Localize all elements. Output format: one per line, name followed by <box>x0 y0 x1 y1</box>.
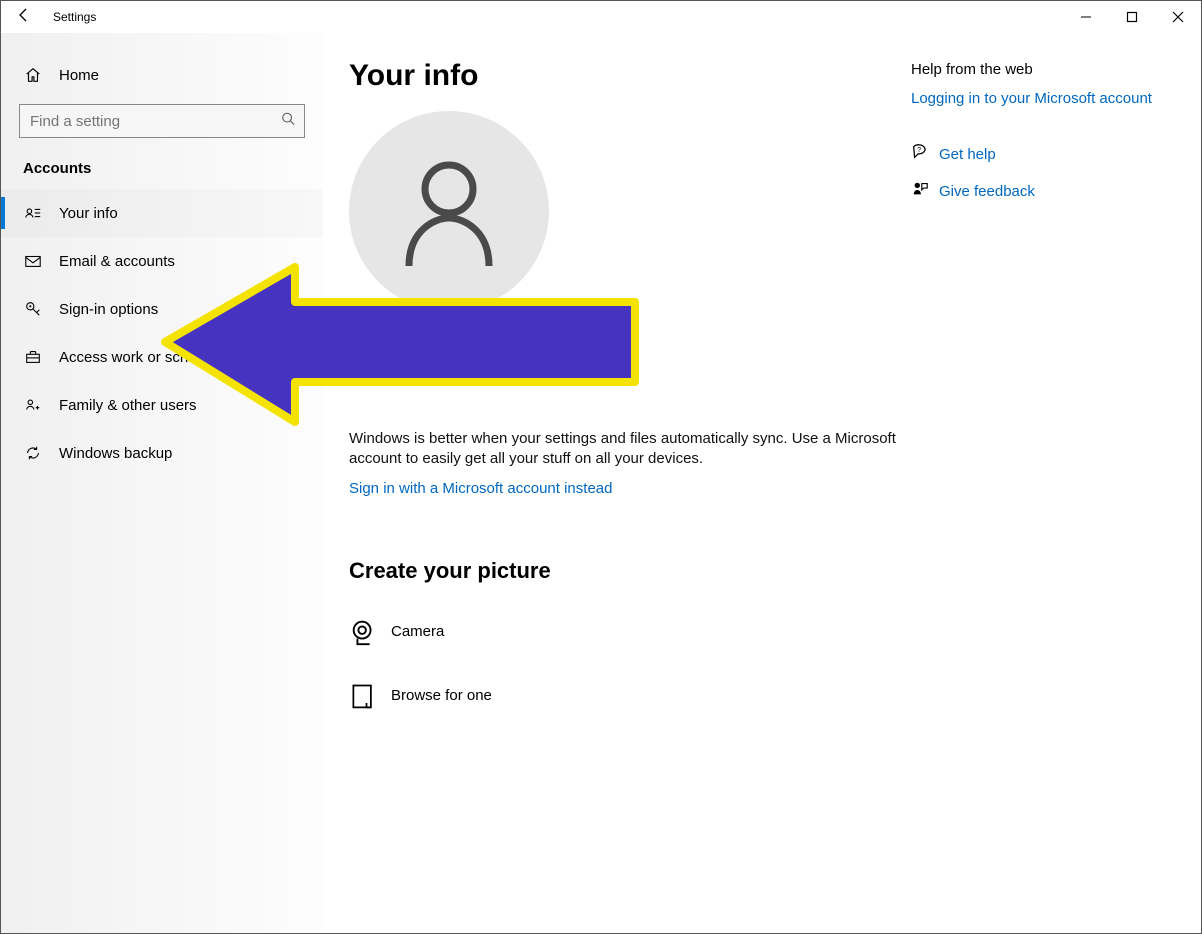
get-help-icon: ? <box>911 143 939 166</box>
sidebar-item-access-work-school[interactable]: Access work or school <box>1 333 323 381</box>
back-button[interactable] <box>1 7 47 28</box>
sidebar-item-signin-options[interactable]: Sign-in options <box>1 285 323 333</box>
people-icon <box>23 396 43 414</box>
search-wrap <box>1 104 323 138</box>
sidebar-item-windows-backup[interactable]: Windows backup <box>1 429 323 477</box>
help-title: Help from the web <box>911 61 1171 78</box>
sidebar-item-your-info[interactable]: Your info <box>1 189 323 237</box>
nav-label: Sign-in options <box>59 301 158 318</box>
create-picture-title: Create your picture <box>349 558 911 584</box>
person-card-icon <box>23 204 43 222</box>
signin-ms-account-link[interactable]: Sign in with a Microsoft account instead <box>349 480 612 497</box>
key-icon <box>23 300 43 318</box>
nav-label: Access work or school <box>59 349 208 366</box>
home-icon <box>23 66 43 84</box>
feedback-icon <box>911 180 939 203</box>
get-help-link[interactable]: ? Get help <box>911 143 1171 166</box>
help-login-link[interactable]: Logging in to your Microsoft account <box>911 90 1171 107</box>
home-button[interactable]: Home <box>1 58 323 92</box>
browse-button[interactable]: Browse for one <box>349 670 911 722</box>
close-button[interactable] <box>1155 1 1201 33</box>
window-controls <box>1063 1 1201 33</box>
get-help-label: Get help <box>939 146 996 163</box>
camera-label: Camera <box>391 623 444 640</box>
main-pane: Your info Windows is better when your se… <box>323 33 1201 933</box>
mail-icon <box>23 252 43 270</box>
person-icon <box>399 156 499 266</box>
nav-label: Your info <box>59 205 118 222</box>
feedback-link[interactable]: Give feedback <box>911 180 1171 203</box>
sidebar-item-email-accounts[interactable]: Email & accounts <box>1 237 323 285</box>
browse-label: Browse for one <box>391 687 492 704</box>
svg-text:?: ? <box>917 145 921 154</box>
camera-icon <box>349 617 391 647</box>
titlebar: Settings <box>1 1 1201 33</box>
nav-label: Windows backup <box>59 445 172 462</box>
nav-label: Family & other users <box>59 397 197 414</box>
camera-button[interactable]: Camera <box>349 606 911 658</box>
help-panel: Help from the web Logging in to your Mic… <box>911 59 1171 933</box>
nav-label: Email & accounts <box>59 253 175 270</box>
content: Your info Windows is better when your se… <box>349 59 911 933</box>
page-title: Your info <box>349 59 911 93</box>
feedback-label: Give feedback <box>939 183 1035 200</box>
window-title: Settings <box>47 10 96 24</box>
briefcase-icon <box>23 348 43 366</box>
minimize-button[interactable] <box>1063 1 1109 33</box>
sidebar: Home Accounts Your info Email & accounts <box>1 33 323 933</box>
avatar <box>349 111 549 311</box>
maximize-button[interactable] <box>1109 1 1155 33</box>
account-description: Windows is better when your settings and… <box>349 429 911 470</box>
search-input[interactable] <box>19 104 305 138</box>
home-label: Home <box>59 67 99 84</box>
sidebar-item-family-users[interactable]: Family & other users <box>1 381 323 429</box>
browse-icon <box>349 682 391 710</box>
sync-icon <box>23 444 43 462</box>
section-title: Accounts <box>1 138 323 189</box>
